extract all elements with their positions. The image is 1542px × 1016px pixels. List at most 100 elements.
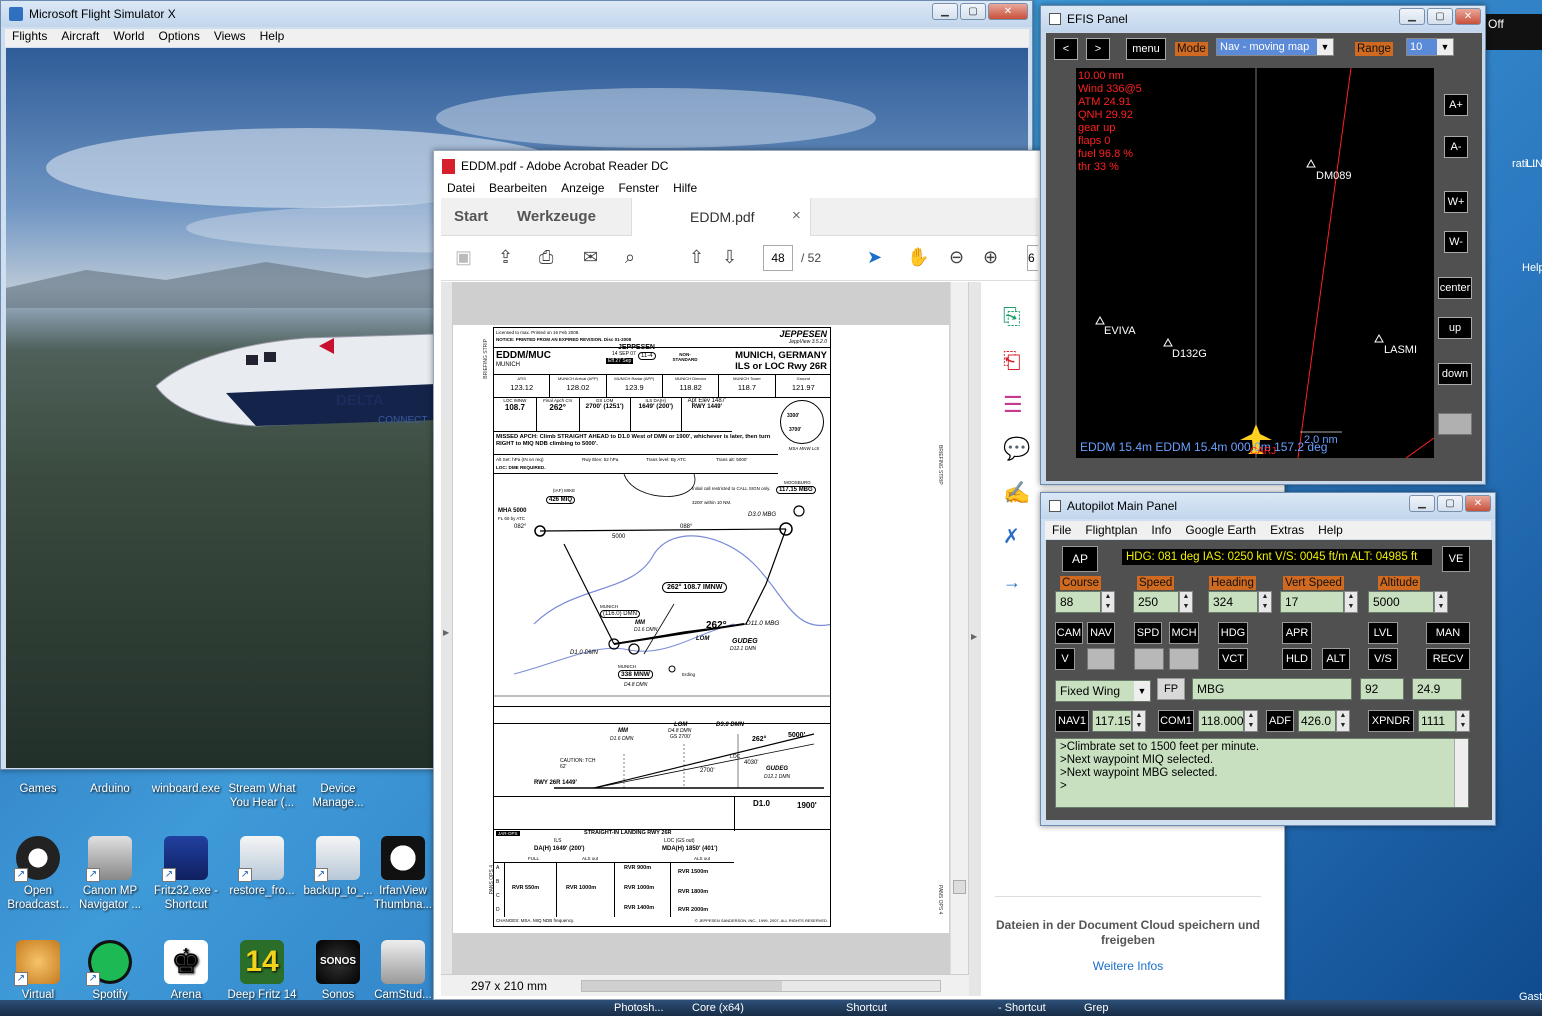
blank-toggle-1[interactable]: [1087, 648, 1115, 670]
vct-button[interactable]: VCT: [1218, 648, 1248, 670]
menu-info[interactable]: Info: [1144, 521, 1178, 539]
create-pdf-icon[interactable]: ⎗: [1003, 348, 1021, 374]
aircraft-type-select[interactable]: Fixed Wing ▼: [1055, 680, 1151, 702]
zoom-field[interactable]: 6: [1027, 245, 1038, 271]
maximize-button[interactable]: ▢: [1427, 8, 1453, 25]
page-down-icon[interactable]: ⇩: [722, 247, 737, 268]
desktop-icon-spotify[interactable]: ↗ Spotify: [72, 940, 148, 1002]
close-button[interactable]: ✕: [988, 3, 1028, 20]
apr-button[interactable]: APR: [1282, 622, 1312, 644]
nav-button[interactable]: NAV: [1087, 622, 1115, 644]
heading-stepper[interactable]: ▲ ▼: [1258, 591, 1272, 613]
nav1-button[interactable]: NAV1: [1055, 710, 1089, 732]
desktop-icon-irfanview[interactable]: IrfanView Thumbna...: [372, 836, 434, 912]
desktop-icon-device-manager[interactable]: Device Manage...: [300, 782, 376, 810]
blank-toggle-2[interactable]: [1134, 648, 1164, 670]
desktop-icon-backup[interactable]: ↗ backup_to_...: [300, 836, 376, 898]
desktop-icon-camstudio[interactable]: CamStud...: [372, 940, 434, 1002]
send-sign-icon[interactable]: ✗: [1003, 524, 1020, 549]
comment-icon[interactable]: 💬: [1003, 436, 1030, 462]
blank-button[interactable]: [1438, 413, 1472, 435]
desktop-icon-winboard[interactable]: winboard.exe: [148, 782, 224, 796]
vertical-scrollbar[interactable]: [950, 282, 968, 974]
select-cursor-icon[interactable]: ➤: [867, 247, 882, 268]
fp-button[interactable]: FP: [1157, 678, 1185, 700]
hld-button[interactable]: HLD: [1282, 648, 1312, 670]
alt-button[interactable]: ALT: [1322, 648, 1350, 670]
efis-prev-button[interactable]: <: [1054, 38, 1078, 60]
menu-flightplan[interactable]: Flightplan: [1078, 521, 1144, 539]
down-button[interactable]: down: [1438, 363, 1472, 385]
com1-freq-input[interactable]: 118.000: [1198, 710, 1244, 732]
fsx-titlebar[interactable]: Microsoft Flight Simulator X: [1, 1, 1032, 27]
v-button[interactable]: V: [1055, 648, 1075, 670]
email-icon[interactable]: ✉: [583, 247, 598, 268]
menu-datei[interactable]: Datei: [440, 181, 482, 199]
fill-sign-icon[interactable]: ✍: [1003, 480, 1030, 506]
desktop-icon-arduino[interactable]: Arduino: [72, 782, 148, 796]
taskbar-label-photoshop[interactable]: Photosh...: [614, 1002, 664, 1014]
menu-extras[interactable]: Extras: [1263, 521, 1311, 539]
xpndr-code-input[interactable]: 1111: [1418, 710, 1456, 732]
desktop-icon-restore[interactable]: ↗ restore_fro...: [224, 836, 300, 898]
up-button[interactable]: up: [1438, 317, 1472, 339]
log-scrollbar[interactable]: [1454, 739, 1468, 807]
altitude-plus-button[interactable]: A+: [1444, 94, 1468, 116]
taskbar-label-shortcut[interactable]: Shortcut: [846, 1002, 887, 1014]
xpndr-button[interactable]: XPNDR: [1368, 710, 1414, 732]
right-pane-toggle[interactable]: ▶: [969, 282, 981, 996]
menu-fenster[interactable]: Fenster: [611, 181, 666, 199]
more-info-link[interactable]: Weitere Infos: [995, 959, 1261, 973]
h-scroll-thumb[interactable]: [582, 981, 782, 991]
mode-select[interactable]: Nav - moving map ▼: [1216, 38, 1334, 56]
menu-help[interactable]: Help: [1311, 521, 1350, 539]
desktop-icon-arena[interactable]: ♚ Arena: [148, 940, 224, 1002]
lvl-button[interactable]: LVL: [1368, 622, 1398, 644]
vs-button[interactable]: V/S: [1368, 648, 1398, 670]
menu-google-earth[interactable]: Google Earth: [1178, 521, 1263, 539]
vert-speed-stepper[interactable]: ▲ ▼: [1344, 591, 1358, 613]
upload-icon[interactable]: ⇪: [498, 247, 513, 268]
mch-button[interactable]: MCH: [1169, 622, 1199, 644]
vert-speed-input[interactable]: 17: [1280, 591, 1344, 613]
page-up-icon[interactable]: ⇧: [689, 247, 704, 268]
spd-button[interactable]: SPD: [1134, 622, 1162, 644]
minimize-button[interactable]: ▁: [1409, 495, 1435, 512]
menu-world[interactable]: World: [106, 29, 151, 47]
adf-freq-input[interactable]: 426.0: [1298, 710, 1336, 732]
heading-input[interactable]: 324: [1208, 591, 1258, 613]
desktop-icon-games[interactable]: Games: [0, 782, 76, 812]
minimize-button[interactable]: ▁: [932, 3, 958, 20]
width-minus-button[interactable]: W-: [1444, 231, 1468, 253]
width-plus-button[interactable]: W+: [1444, 191, 1468, 213]
altitude-minus-button[interactable]: A-: [1444, 136, 1468, 158]
hand-tool-icon[interactable]: ✋: [907, 247, 929, 268]
left-panel-toggle[interactable]: ▶: [441, 282, 452, 974]
waypoint-field[interactable]: MBG: [1192, 678, 1352, 700]
scroll-thumb[interactable]: [953, 880, 966, 894]
moving-map[interactable]: 10.00 nm Wind 336@5 ATM 24.91 QNH 29.92 …: [1076, 68, 1434, 458]
close-button[interactable]: ✕: [1455, 8, 1481, 25]
page-number-input[interactable]: 48: [763, 245, 793, 271]
efis-menu-button[interactable]: menu: [1126, 38, 1166, 60]
tab-eddm-pdf[interactable]: EDDM.pdf ×: [631, 198, 811, 236]
taskbar-label-shortcut-2[interactable]: - Shortcut: [998, 1002, 1046, 1014]
close-button[interactable]: ✕: [1465, 495, 1491, 512]
speed-stepper[interactable]: ▲ ▼: [1179, 591, 1193, 613]
ve-button[interactable]: VE: [1442, 546, 1470, 572]
tab-werkzeuge[interactable]: Werkzeuge: [517, 208, 596, 225]
cam-button[interactable]: CAM: [1055, 622, 1083, 644]
search-icon[interactable]: ⌕: [625, 247, 635, 268]
menu-help[interactable]: Help: [253, 29, 292, 47]
recv-button[interactable]: RECV: [1426, 648, 1470, 670]
hdg-button[interactable]: HDG: [1218, 622, 1248, 644]
desktop-icon-obs[interactable]: ↗ Open Broadcast...: [0, 836, 76, 912]
taskbar-label-core[interactable]: Core (x64): [692, 1002, 744, 1014]
nav1-freq-input[interactable]: 117.15: [1092, 710, 1132, 732]
xpndr-stepper[interactable]: ▲ ▼: [1456, 710, 1470, 732]
altitude-input[interactable]: 5000: [1368, 591, 1434, 613]
menu-file[interactable]: File: [1045, 521, 1078, 539]
menu-bearbeiten[interactable]: Bearbeiten: [482, 181, 554, 199]
maximize-button[interactable]: ▢: [1437, 495, 1463, 512]
altitude-stepper[interactable]: ▲ ▼: [1434, 591, 1448, 613]
